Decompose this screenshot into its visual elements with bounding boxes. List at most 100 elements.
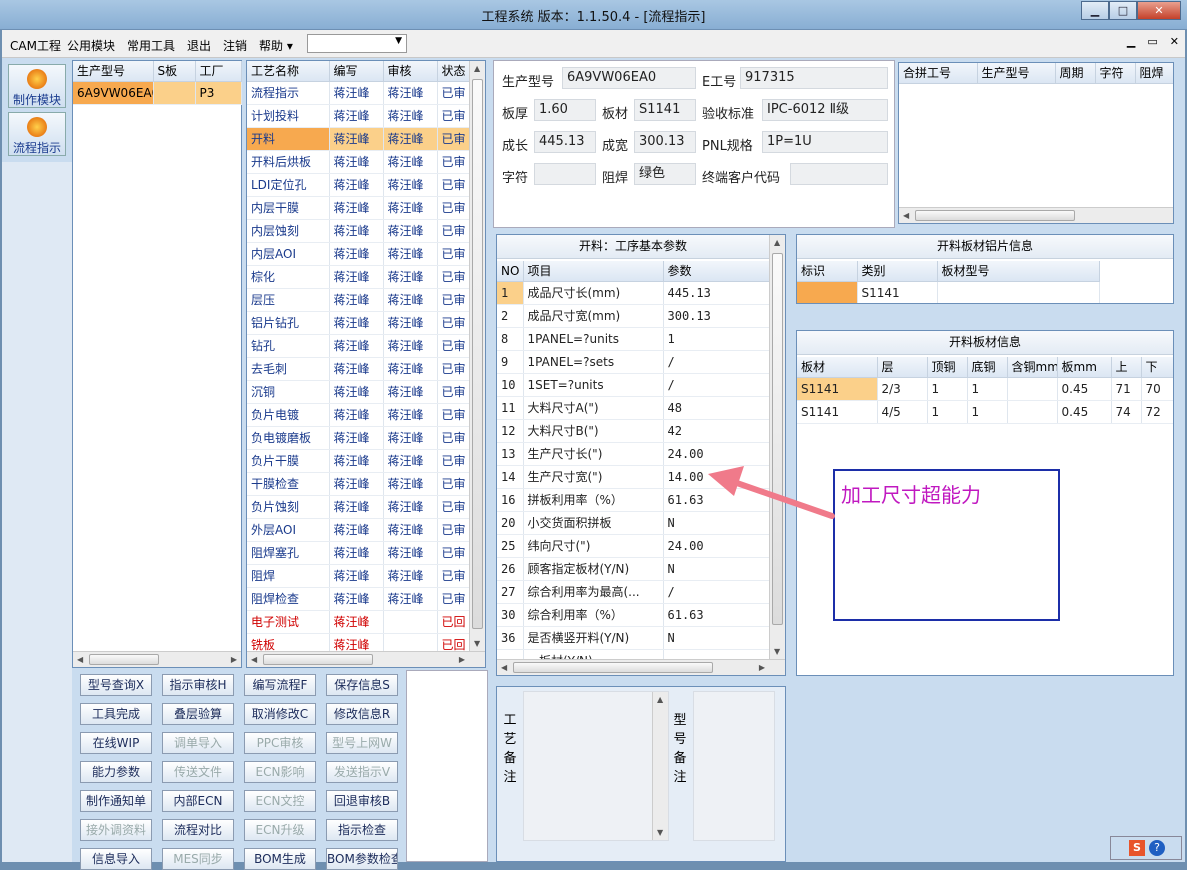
table-row[interactable]: 6A9VW06EA0 P3 (73, 81, 242, 105)
nav-make-module[interactable]: 制作模块 (8, 64, 66, 108)
scroll-thumb[interactable] (89, 654, 159, 665)
horizontal-scrollbar[interactable]: ◀ ▶ (497, 659, 785, 675)
scroll-up-icon[interactable]: ▲ (657, 695, 663, 704)
menu-common-module[interactable]: 公用模块 (67, 37, 115, 54)
table-row[interactable]: 干膜检查 蒋汪峰 蒋汪峰 已审 (247, 472, 470, 496)
scroll-left-icon[interactable]: ◀ (77, 655, 83, 664)
table-row[interactable]: 内层干膜 蒋汪峰 蒋汪峰 已审 (247, 196, 470, 220)
table-row[interactable]: 25 纬向尺寸(") 24.00 (497, 534, 770, 558)
col-mat-6[interactable]: 上 (1111, 357, 1142, 378)
table-row[interactable]: 2 成品尺寸宽(mm) 300.13 (497, 304, 770, 328)
col-mat-7[interactable]: 下 (1141, 357, 1173, 378)
table-row[interactable]: 阻焊 蒋汪峰 蒋汪峰 已审 (247, 564, 470, 588)
action-button-4[interactable]: 工具完成 (80, 703, 152, 725)
col-process-name[interactable]: 工艺名称 (247, 61, 330, 82)
process-notes-input[interactable]: ▲ ▼ (523, 691, 669, 841)
scroll-thumb[interactable] (513, 662, 713, 673)
table-row[interactable]: 阻焊检查 蒋汪峰 蒋汪峰 已审 (247, 587, 470, 611)
action-button-16[interactable]: 制作通知单 (80, 790, 152, 812)
scroll-up-icon[interactable]: ▲ (774, 238, 780, 247)
action-button-11[interactable]: 型号上网W (326, 732, 398, 754)
scroll-down-icon[interactable]: ▼ (774, 647, 780, 656)
maximize-button[interactable]: □ (1109, 1, 1137, 20)
col-mask[interactable]: 阻焊 (1135, 63, 1173, 84)
table-row[interactable]: 负电镀磨板 蒋汪峰 蒋汪峰 已审 (247, 426, 470, 450)
vertical-scrollbar[interactable]: ▲ ▼ (652, 692, 668, 840)
table-row[interactable]: 27 综合利用率为最高(... / (497, 580, 770, 604)
table-row[interactable]: 开料 蒋汪峰 蒋汪峰 已审 (247, 127, 470, 151)
action-button-8[interactable]: 在线WIP (80, 732, 152, 754)
scroll-thumb[interactable] (472, 79, 483, 629)
scroll-thumb[interactable] (263, 654, 373, 665)
col-mat-2[interactable]: 顶铜 (927, 357, 968, 378)
menu-cam[interactable]: CAM工程 (10, 37, 61, 54)
table-row[interactable]: 计划投料 蒋汪峰 蒋汪峰 已审 (247, 104, 470, 128)
action-button-25[interactable]: MES同步 (162, 848, 234, 870)
table-row[interactable]: S1141 2/3 1 1 0.45 71 70 (797, 377, 1173, 401)
table-row[interactable]: 负片干膜 蒋汪峰 蒋汪峰 已审 (247, 449, 470, 473)
col-category[interactable]: 类别 (857, 261, 938, 282)
col-mark[interactable]: 标识 (797, 261, 858, 282)
col-mat-3[interactable]: 底铜 (967, 357, 1008, 378)
action-button-13[interactable]: 传送文件 (162, 761, 234, 783)
action-button-19[interactable]: 回退审核B (326, 790, 398, 812)
action-button-24[interactable]: 信息导入 (80, 848, 152, 870)
scroll-up-icon[interactable]: ▲ (474, 64, 480, 73)
action-button-18[interactable]: ECN文控 (244, 790, 316, 812)
action-button-1[interactable]: 指示审核H (162, 674, 234, 696)
action-button-20[interactable]: 接外调资料 (80, 819, 152, 841)
table-row[interactable]: 棕化 蒋汪峰 蒋汪峰 已审 (247, 265, 470, 289)
mdi-minimize-button[interactable]: ▁ (1127, 35, 1135, 48)
vertical-scrollbar[interactable]: ▲ ▼ (469, 61, 485, 651)
width-field[interactable]: 300.13 (634, 131, 696, 153)
table-row[interactable]: 负片蚀刻 蒋汪峰 蒋汪峰 已审 (247, 495, 470, 519)
col-combine-model[interactable]: 生产型号 (977, 63, 1056, 84)
action-button-12[interactable]: 能力参数 (80, 761, 152, 783)
standard-field[interactable]: IPC-6012 Ⅱ级 (762, 99, 888, 121)
action-button-15[interactable]: 发送指示V (326, 761, 398, 783)
table-row[interactable]: LDI定位孔 蒋汪峰 蒋汪峰 已审 (247, 173, 470, 197)
col-s-board[interactable]: S板 (153, 61, 196, 82)
col-no[interactable]: NO (497, 261, 524, 282)
length-field[interactable]: 445.13 (534, 131, 596, 153)
col-reviewer[interactable]: 审核 (383, 61, 438, 82)
scroll-left-icon[interactable]: ◀ (903, 211, 909, 220)
char-field[interactable] (534, 163, 596, 185)
table-row[interactable]: 阻焊塞孔 蒋汪峰 蒋汪峰 已审 (247, 541, 470, 565)
model-notes-input[interactable] (693, 691, 775, 841)
action-button-5[interactable]: 叠层验算 (162, 703, 234, 725)
scroll-right-icon[interactable]: ▶ (759, 663, 765, 672)
minimize-button[interactable]: ▁ (1081, 1, 1109, 20)
nav-process-guide[interactable]: 流程指示 (8, 112, 66, 156)
col-mat-0[interactable]: 板材 (797, 357, 878, 378)
table-row[interactable]: 内层蚀刻 蒋汪峰 蒋汪峰 已审 (247, 219, 470, 243)
mask-field[interactable]: 绿色 (634, 163, 696, 185)
action-button-27[interactable]: BOM参数检查 (326, 848, 398, 870)
menu-tools[interactable]: 常用工具 (127, 37, 175, 54)
col-status[interactable]: 状态 (437, 61, 470, 82)
horizontal-scrollbar[interactable]: ◀ ▶ (247, 651, 485, 667)
scroll-right-icon[interactable]: ▶ (459, 655, 465, 664)
table-row[interactable]: 流程指示 蒋汪峰 蒋汪峰 已审 (247, 81, 470, 105)
table-row[interactable]: 层压 蒋汪峰 蒋汪峰 已审 (247, 288, 470, 312)
scroll-left-icon[interactable]: ◀ (501, 663, 507, 672)
col-writer[interactable]: 编写 (329, 61, 384, 82)
horizontal-scrollbar[interactable]: ◀ ▶ (73, 651, 241, 667)
thickness-field[interactable]: 1.60 (534, 99, 596, 121)
col-cycle[interactable]: 周期 (1055, 63, 1096, 84)
scroll-thumb[interactable] (772, 253, 783, 625)
help-icon[interactable]: ? (1149, 840, 1165, 856)
table-row[interactable]: 负片电镀 蒋汪峰 蒋汪峰 已审 (247, 403, 470, 427)
col-material-type[interactable]: 板材型号 (937, 261, 1100, 282)
action-button-6[interactable]: 取消修改C (244, 703, 316, 725)
table-row[interactable]: S1141 4/5 1 1 0.45 74 72 (797, 400, 1173, 424)
table-row[interactable]: 电子测试 蒋汪峰 已回 (247, 610, 470, 634)
action-button-0[interactable]: 型号查询X (80, 674, 152, 696)
table-row[interactable]: 30 综合利用率（%） 61.63 (497, 603, 770, 627)
scroll-thumb[interactable] (915, 210, 1075, 221)
table-row[interactable]: 26 顾客指定板材(Y/N) N (497, 557, 770, 581)
table-row[interactable]: 去毛刺 蒋汪峰 蒋汪峰 已审 (247, 357, 470, 381)
action-button-26[interactable]: BOM生成 (244, 848, 316, 870)
col-value[interactable]: 参数 (663, 261, 770, 282)
table-row[interactable]: 9 1PANEL=?sets / (497, 350, 770, 374)
